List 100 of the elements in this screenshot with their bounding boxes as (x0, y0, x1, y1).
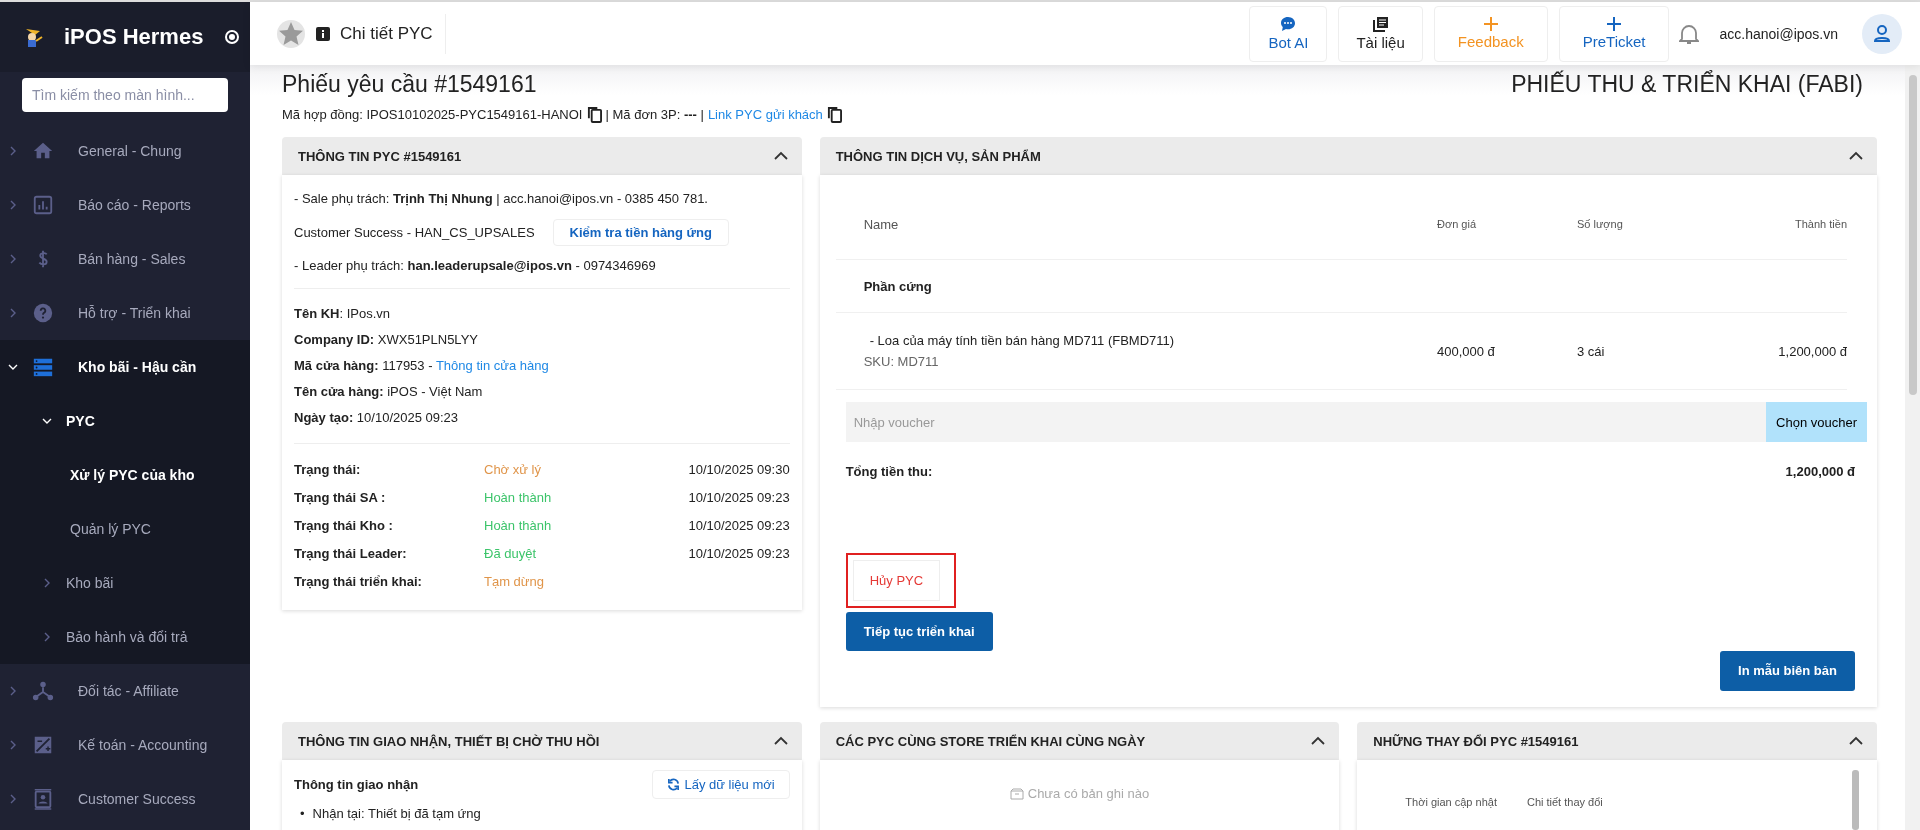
store-info-link[interactable]: Thông tin cửa hàng (435, 358, 549, 373)
user-email: acc.hanoi@ipos.vn (1719, 25, 1838, 42)
sidebar-item[interactable]: Kế toán - Accounting (0, 718, 250, 772)
id-card-icon (32, 788, 54, 810)
line-total: 1,200,000 đ (1778, 343, 1847, 359)
product-name: - Loa của máy tính tiền bán hàng MD711 (FBMD711) (868, 333, 1176, 348)
quantity: 3 cái (1577, 343, 1606, 359)
header-button[interactable]: Bot AI (1249, 5, 1328, 62)
sidebar-item[interactable]: Xử lý PYC của kho (0, 448, 250, 502)
status-value: Đã duyệt (484, 545, 538, 563)
chevron-icon (8, 740, 18, 750)
search-field[interactable]: Tìm kiếm theo màn hình... (22, 78, 228, 112)
sidebar-item[interactable]: Bảo hành và đổi trả (0, 610, 250, 664)
refresh-icon (667, 778, 681, 791)
sidebar-item[interactable]: Bán hàng - Sales (0, 232, 250, 286)
info-field: Tên KH: IPos.vn (294, 301, 790, 327)
column-header: Số lượng (1577, 218, 1623, 230)
page-title: Chi tiết PYC (340, 23, 433, 44)
total-label: Tổng tiền thu: (845, 464, 933, 479)
sale-info: - Sale phụ trách: Trịnh Thị Nhung | acc.hanoi@ipos.vn - 0385 450 781. (294, 190, 709, 208)
header-button[interactable]: PreTicket (1558, 5, 1670, 62)
total-value: 1,200,000 đ (1785, 464, 1855, 479)
header-button[interactable]: Tài liệu (1338, 5, 1423, 62)
star-logo-icon (276, 18, 306, 49)
toggle-icon[interactable] (225, 30, 240, 44)
collapse-icon[interactable] (773, 736, 788, 746)
chevron-icon (42, 416, 52, 426)
unit-price: 400,000 đ (1437, 343, 1496, 359)
column-header: Thành tiền (1795, 218, 1847, 230)
sidebar-item[interactable]: PYC (0, 394, 250, 448)
status-time: 10/10/2025 09:23 (688, 545, 790, 563)
form-type-title: PHIẾU THU & TRIỂN KHAI (FABI) (1511, 71, 1863, 98)
product-sku: SKU: MD711 (863, 354, 940, 369)
bar-chart-icon (32, 194, 54, 216)
sidebar-item[interactable]: Kho bãi - Hậu cần (0, 340, 250, 394)
sidebar-item[interactable]: Hỗ trợ - Triển khai (0, 286, 250, 340)
chat-icon (1280, 16, 1297, 32)
card-title: NHỮNG THAY ĐỔI PYC #1549161 (1373, 733, 1579, 749)
help-icon (32, 302, 54, 324)
plus-icon (1607, 17, 1622, 31)
bell-icon[interactable] (1679, 22, 1700, 45)
chevron-icon (8, 308, 18, 318)
sidebar-item[interactable]: General - Chung (0, 124, 250, 178)
status-time: 10/10/2025 09:30 (688, 461, 790, 479)
chevron-icon (8, 794, 18, 804)
status-label: Trạng thái Leader: (294, 545, 408, 563)
scrollbar[interactable] (1852, 770, 1859, 830)
group-label: Phần cứng (863, 278, 932, 294)
scrollbar[interactable] (1908, 75, 1917, 395)
chevron-icon (8, 254, 18, 264)
cancel-button[interactable]: Hủy PYC (852, 560, 941, 601)
contract-code: Mã hợp đồng: IPOS10102025-PYC1549161-HANOI (282, 107, 583, 122)
chevron-icon (42, 632, 52, 642)
plus-icon (1483, 17, 1498, 31)
delivery-detail: Nhận tại: Thiết bị đã tạm ứng (312, 805, 481, 823)
card-title: THÔNG TIN PYC #1549161 (298, 148, 462, 164)
voucher-field[interactable]: Nhập voucher Chọn voucher (845, 402, 1867, 442)
chevron-icon (8, 200, 18, 210)
status-label: Trạng thái Kho : (294, 517, 394, 535)
sidebar-item[interactable]: Quản lý PYC (0, 502, 250, 556)
status-value: Hoàn thành (484, 517, 553, 535)
continue-button[interactable]: Tiếp tục triển khai (845, 612, 993, 651)
app-name: iPOS Hermes (64, 24, 204, 50)
info-field: Mã cửa hàng: 117953 - Thông tin cửa hàng (294, 353, 790, 379)
sidebar-item[interactable]: Báo cáo - Reports (0, 178, 250, 232)
column-header: Name (863, 216, 899, 232)
print-button[interactable]: In mẫu biên bản (1720, 651, 1855, 691)
column-header: Thời gian cập nhật (1405, 796, 1497, 810)
copy-icon[interactable] (586, 106, 602, 123)
collapse-icon[interactable] (1311, 736, 1326, 746)
collapse-icon[interactable] (773, 151, 788, 161)
card-title: CÁC PYC CÙNG STORE TRIỂN KHAI CÙNG NGÀY (835, 733, 1146, 749)
cs-info: Customer Success - HAN_CS_UPSALES (294, 225, 535, 240)
collapse-icon[interactable] (1849, 736, 1863, 746)
choose-voucher-button[interactable]: Chọn voucher (1766, 402, 1867, 442)
check-advance-button[interactable]: Kiểm tra tiền hàng ứng (552, 219, 729, 246)
card-title: THÔNG TIN DỊCH VỤ, SẢN PHẨM (835, 148, 1041, 164)
info-field: Ngày tạo: 10/10/2025 09:23 (294, 405, 790, 431)
sidebar-item[interactable]: Customer Success (0, 772, 250, 826)
status-time: 10/10/2025 09:23 (688, 517, 790, 535)
sidebar-item[interactable]: Đối tác - Affiliate (0, 664, 250, 718)
section-heading: Thông tin giao nhận (294, 777, 419, 792)
chevron-icon (42, 578, 52, 588)
status-label: Trạng thái: (294, 461, 362, 479)
network-icon (32, 680, 54, 702)
avatar-icon[interactable] (1862, 13, 1902, 54)
collapse-icon[interactable] (1849, 151, 1863, 161)
customer-link[interactable]: Link PYC gửi khách (707, 107, 823, 122)
request-title: Phiếu yêu cầu #1549161 (282, 71, 537, 98)
status-label: Trạng thái SA : (294, 489, 387, 507)
calculator-icon (32, 734, 54, 756)
info-field: Tên cửa hàng: iPOS - Việt Nam (294, 379, 790, 405)
copy-icon[interactable] (826, 106, 842, 123)
refresh-button[interactable]: Lấy dữ liệu mới (652, 770, 790, 799)
chevron-icon (8, 362, 18, 372)
book-icon (1372, 16, 1389, 32)
sidebar-item[interactable]: Kho bãi (0, 556, 250, 610)
list-icon (32, 356, 54, 378)
status-time: 10/10/2025 09:23 (688, 489, 790, 507)
info-field: Company ID: XWX51PLN5LYY (294, 327, 790, 353)
